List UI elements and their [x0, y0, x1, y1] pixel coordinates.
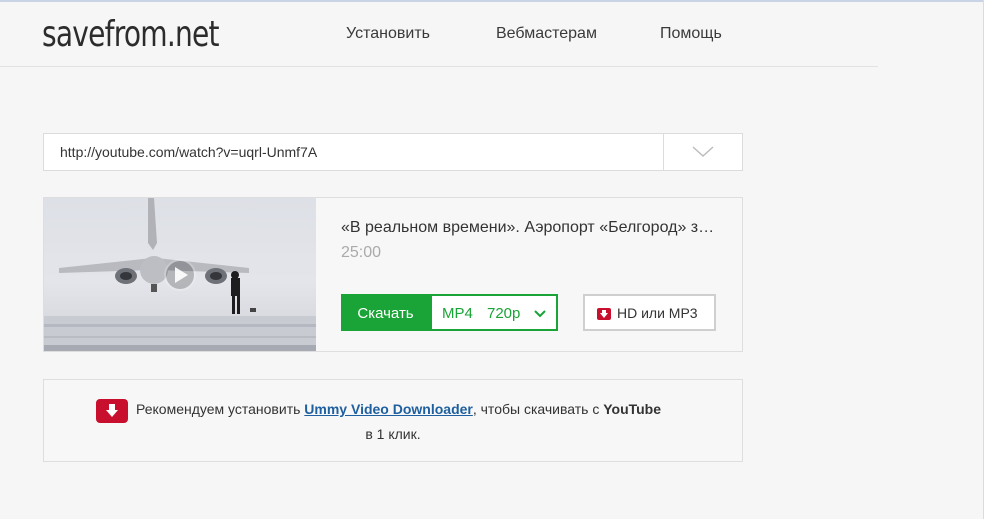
video-thumbnail[interactable]	[44, 198, 316, 351]
chevron-down-icon	[692, 146, 714, 158]
history-dropdown-button[interactable]	[663, 134, 742, 170]
promo-text-after: , чтобы скачивать с	[472, 401, 604, 417]
site-header: savefrom.net Установить Вебмастерам Помо…	[0, 0, 878, 67]
nav-install[interactable]: Установить	[346, 25, 430, 43]
download-arrow-icon	[96, 399, 128, 423]
hd-or-mp3-button[interactable]: HD или MP3	[583, 294, 716, 331]
format-label: MP4	[442, 305, 473, 322]
promo-banner: Рекомендуем установить Ummy Video Downlo…	[43, 379, 743, 462]
site-logo[interactable]: savefrom.net	[42, 14, 220, 55]
quality-label: 720p	[487, 305, 521, 322]
url-input[interactable]	[44, 134, 664, 170]
nav-webmasters[interactable]: Вебмастерам	[496, 25, 597, 43]
chevron-down-icon	[534, 310, 546, 318]
promo-text-before: Рекомендуем установить	[136, 401, 305, 417]
video-duration: 25:00	[341, 244, 382, 261]
video-title: «В реальном времени». Аэропорт «Белгород…	[341, 219, 721, 236]
promo-text-line2: в 1 клик.	[365, 426, 421, 442]
format-quality-select[interactable]: MP4 720p	[430, 294, 558, 331]
thumbnail-image	[44, 198, 316, 351]
hd-or-mp3-label: HD или MP3	[617, 305, 698, 321]
url-search-box	[43, 133, 743, 171]
ummy-downloader-link[interactable]: Ummy Video Downloader	[304, 401, 473, 417]
download-button[interactable]: Скачать	[341, 294, 430, 331]
download-arrow-icon	[597, 308, 611, 320]
promo-text: Рекомендуем установить Ummy Video Downlo…	[136, 401, 661, 417]
nav-help[interactable]: Помощь	[660, 25, 722, 43]
promo-brand: YouTube	[603, 401, 662, 417]
video-result-card: «В реальном времени». Аэропорт «Белгород…	[43, 197, 743, 352]
